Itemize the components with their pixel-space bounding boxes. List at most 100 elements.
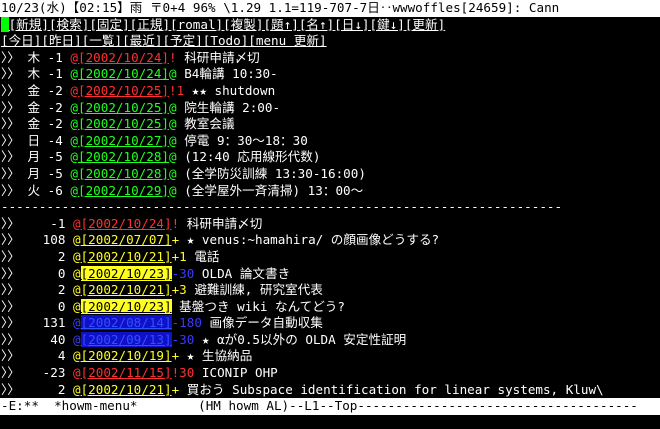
menu-button[interactable]: [固定] [89, 17, 129, 32]
item-offset: -5 [40, 149, 71, 165]
item-title: ★ 生協納品 [186, 348, 253, 364]
menu-button[interactable]: [昨日] [41, 33, 81, 48]
item-mark: !30 [171, 365, 202, 381]
menu-button[interactable]: [正規] [130, 17, 170, 32]
item-weekday: 金 [27, 116, 41, 132]
item-at-sign: @ [70, 116, 79, 132]
item-offset: -1 [40, 66, 71, 82]
todo-item[interactable]: 〉〉 2 @[2002/10/21]+ 買おう Subspace identif… [0, 382, 660, 399]
item-at-sign: @ [70, 49, 79, 65]
item-mark: -30 [171, 331, 202, 347]
todo-item[interactable]: 〉〉 108 @[2002/07/07]+ ★ venus:~hamahira/… [0, 232, 660, 249]
item-date-link[interactable]: [2002/10/24] [78, 50, 169, 65]
item-offset: -4 [40, 132, 71, 148]
item-priority: 0 [27, 265, 73, 281]
frame-title-bar: 10/23(水)【02:15】雨 〒0+4 96% \1.29 1.1=119-… [0, 0, 660, 17]
item-prefix: 〉〉 [1, 348, 28, 364]
item-priority: -1 [27, 215, 73, 231]
item-prefix: 〉〉 [1, 265, 28, 281]
item-mark: -30 [171, 265, 202, 281]
todo-item[interactable]: 〉〉 0 @[2002/10/23] 基盤つき wiki なんてどう? [0, 298, 660, 316]
item-date-link[interactable]: [2002/10/24] [78, 66, 169, 81]
item-date-link[interactable]: [2002/10/27] [78, 133, 169, 148]
menu-button[interactable]: [一覧] [82, 33, 122, 48]
terminal-window: 10/23(水)【02:15】雨 〒0+4 96% \1.29 1.1=119-… [0, 0, 660, 429]
item-prefix: 〉〉 [1, 49, 28, 65]
item-date-link[interactable]: [2002/10/25] [78, 100, 169, 115]
item-date-link[interactable]: [2002/07/07] [81, 232, 172, 247]
menu-button[interactable]: [今日] [1, 33, 41, 48]
menu-bar-row-2: [今日][昨日][一覧][最近][予定][Todo][menu 更新] [0, 33, 660, 50]
todo-item[interactable]: 〉〉 2 @[2002/10/21]+1 電話 [0, 249, 660, 266]
menu-button[interactable]: [検索] [49, 17, 89, 32]
menu-button[interactable]: [複製] [223, 17, 263, 32]
schedule-item[interactable]: 〉〉 金 -2 @[2002/10/25]!1 ★★ shutdown [0, 83, 660, 100]
item-date-link[interactable]: [2002/10/23] [80, 265, 172, 281]
item-date-link[interactable]: [2002/10/21] [81, 249, 172, 264]
item-prefix: 〉〉 [1, 165, 28, 181]
item-date-link[interactable]: [2002/10/28] [78, 149, 169, 164]
menu-button[interactable]: [鍵↓] [370, 17, 405, 32]
item-date-link[interactable]: [2002/10/25] [78, 83, 169, 98]
item-offset: -2 [40, 99, 71, 115]
schedule-item[interactable]: 〉〉 木 -1 @[2002/10/24]@ B4輪講 10:30- [0, 66, 660, 83]
todo-item[interactable]: 〉〉 -23 @[2002/11/15]!30 ICONIP OHP [0, 365, 660, 382]
todo-item[interactable]: 〉〉 2 @[2002/10/21]+3 避難訓練, 研究室代表 [0, 282, 660, 299]
item-title: ICONIP OHP [201, 365, 278, 381]
item-weekday: 日 [27, 132, 41, 148]
item-mark: + [171, 348, 187, 364]
item-weekday: 木 [27, 49, 41, 65]
menu-button[interactable]: [日↓] [334, 17, 369, 32]
menu-button[interactable]: [新規] [9, 17, 49, 32]
item-date-link[interactable]: [2002/08/14] [80, 315, 172, 331]
item-date-link[interactable]: [2002/10/23] [80, 298, 172, 314]
item-mark: @ [169, 182, 185, 198]
schedule-item[interactable]: 〉〉 日 -4 @[2002/10/27]@ 停電 9：30〜18：30 [0, 133, 660, 150]
mode-line: -E:** *howm-menu* (HM howm AL)--L1--Top-… [0, 398, 660, 415]
item-weekday: 金 [27, 82, 41, 98]
menu-button[interactable]: [最近] [122, 33, 162, 48]
item-offset: -2 [40, 82, 71, 98]
item-title: 基盤つき wiki なんてどう? [179, 298, 345, 314]
item-date-link[interactable]: [2002/10/21] [81, 382, 172, 397]
item-prefix: 〉〉 [1, 248, 28, 264]
item-offset: -2 [40, 116, 71, 132]
menu-button[interactable]: [Todo] [203, 33, 249, 48]
item-prefix: 〉〉 [1, 182, 28, 198]
item-date-link[interactable]: [2002/10/24] [81, 216, 172, 231]
schedule-item[interactable]: 〉〉 金 -2 @[2002/10/25]@ 教室会議 [0, 116, 660, 133]
todo-item[interactable]: 〉〉 4 @[2002/10/19]+ ★ 生協納品 [0, 348, 660, 365]
todo-item[interactable]: 〉〉 -1 @[2002/10/24]! 科研申請〆切 [0, 216, 660, 233]
schedule-item[interactable]: 〉〉 火 -6 @[2002/10/29]@ (全学屋外一斉清掃) 13：00〜 [0, 183, 660, 200]
menu-button[interactable]: [更新] [405, 17, 445, 32]
menu-button[interactable]: [予定] [162, 33, 202, 48]
todo-item[interactable]: 〉〉 131 @[2002/08/14]-180 画像データ自動収集 [0, 315, 660, 332]
item-at-sign: @ [72, 248, 81, 264]
item-date-link[interactable]: [2002/10/21] [81, 282, 172, 297]
item-at-sign: @ [72, 215, 81, 231]
menu-button[interactable]: [romal] [170, 17, 223, 32]
item-date-link[interactable]: [2002/10/25] [78, 116, 169, 131]
item-date-link[interactable]: [2002/10/19] [81, 348, 172, 363]
item-prefix: 〉〉 [1, 82, 28, 98]
item-title: 停電 9：30〜18：30 [184, 132, 308, 148]
item-mark: + [171, 232, 187, 248]
todo-item[interactable]: 〉〉 40 @[2002/09/13]-30 ★ αが0.5以外の OLDA 安… [0, 331, 660, 349]
text-cursor: ▮ [1, 16, 9, 32]
menu-button[interactable]: [名↑] [299, 17, 334, 32]
schedule-item[interactable]: 〉〉 月 -5 @[2002/10/28]@ (全学防災訓練 13:30-16:… [0, 166, 660, 183]
todo-item[interactable]: 〉〉 0 @[2002/10/23]-30 OLDA 論文書き [0, 265, 660, 283]
schedule-item[interactable]: 〉〉 金 -2 @[2002/10/25]@ 院生輪講 2:00- [0, 100, 660, 117]
item-priority: 108 [27, 232, 73, 248]
schedule-item[interactable]: 〉〉 月 -5 @[2002/10/28]@ (12:40 応用線形代数) [0, 149, 660, 166]
item-date-link[interactable]: [2002/10/29] [78, 183, 169, 198]
item-title: ★★ shutdown [191, 82, 276, 98]
item-date-link[interactable]: [2002/11/15] [81, 365, 172, 380]
schedule-item[interactable]: 〉〉 木 -1 @[2002/10/24]! 科研申請〆切 [0, 50, 660, 67]
item-title: 電話 [194, 248, 220, 264]
item-date-link[interactable]: [2002/09/13] [80, 331, 172, 347]
menu-button[interactable]: [題↑] [263, 17, 298, 32]
item-weekday: 金 [27, 99, 41, 115]
menu-button[interactable]: [menu 更新] [248, 33, 326, 48]
item-date-link[interactable]: [2002/10/28] [78, 166, 169, 181]
